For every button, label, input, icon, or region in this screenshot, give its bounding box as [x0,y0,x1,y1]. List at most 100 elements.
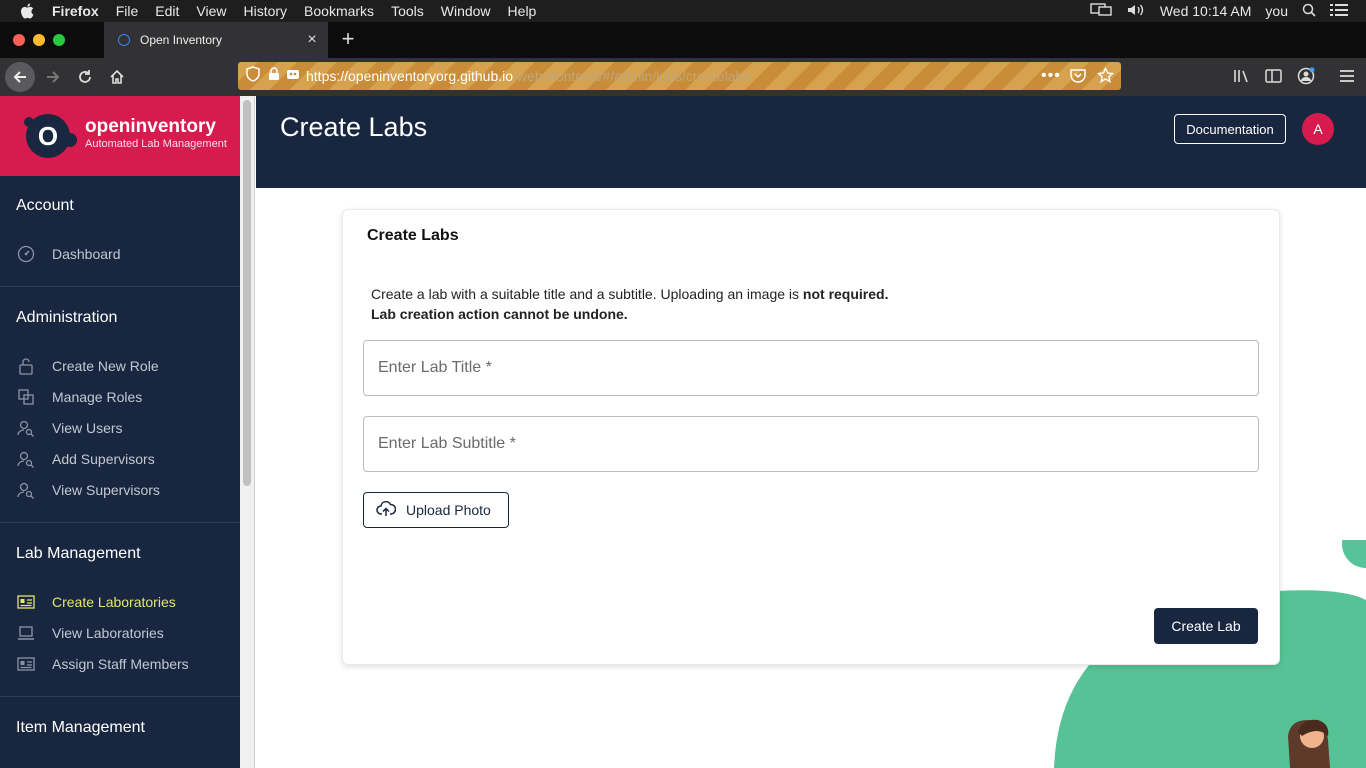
sidebar-item-view-users[interactable]: View Users [0,414,240,442]
page-actions-icon[interactable]: ••• [1041,67,1061,85]
sidebar-item-create-laboratories[interactable]: Create Laboratories [0,588,240,616]
section-administration: Administration [16,309,118,326]
sidebar-item-label: Assign Staff Members [52,656,189,672]
brand-header[interactable]: O openinventory Automated Lab Management [0,96,240,176]
section-item-management: Item Management [16,719,145,736]
sidebar-divider [0,522,240,523]
macos-menubar: Firefox File Edit View History Bookmarks… [0,0,1366,22]
sidebar-scrollbar-thumb[interactable] [243,100,251,486]
tracking-shield-icon[interactable] [246,65,260,87]
window-minimize-button[interactable] [33,34,45,46]
card-description: Create a lab with a suitable title and a… [371,284,888,324]
sidebar-item-label: View Laboratories [52,625,164,641]
description-bold-not-required: not required. [802,286,889,302]
lab-title-input[interactable] [363,340,1259,396]
create-lab-button[interactable]: Create Lab [1154,608,1258,644]
sidebar-item-label: Dashboard [52,246,121,262]
lab-subtitle-input[interactable] [363,416,1259,472]
section-lab-management: Lab Management [16,545,141,562]
menu-view[interactable]: View [196,3,226,19]
menu-app-firefox[interactable]: Firefox [52,3,99,19]
window-zoom-button[interactable] [53,34,65,46]
menubar-user[interactable]: you [1265,3,1288,19]
menu-edit[interactable]: Edit [155,3,179,19]
volume-icon[interactable] [1126,3,1146,20]
display-mirror-icon[interactable] [1090,2,1112,20]
menu-help[interactable]: Help [508,3,537,19]
id-card-icon [17,593,35,611]
gauge-icon [17,245,35,263]
deco-small-circle [1342,540,1366,568]
avatar[interactable]: A [1302,113,1334,145]
menu-history[interactable]: History [243,3,287,19]
pocket-icon[interactable] [1070,68,1086,88]
menu-bookmarks[interactable]: Bookmarks [304,3,374,19]
roles-icon [17,388,35,406]
cloud-upload-icon [376,500,397,520]
sidebar-item-add-supervisors[interactable]: Add Supervisors [0,445,240,473]
page-title: Create Labs [280,112,428,142]
home-icon[interactable] [102,62,132,92]
sidebar-item-label: Create New Role [52,358,159,374]
brand-tagline: Automated Lab Management [85,138,227,150]
menu-file[interactable]: File [116,3,139,19]
create-labs-card: Create Labs Create a lab with a suitable… [342,209,1280,665]
sidebar-item-view-laboratories[interactable]: View Laboratories [0,619,240,647]
menu-window[interactable]: Window [441,3,491,19]
sidebar-item-label: View Supervisors [52,482,160,498]
url-path: /web-frontend/#/admin/labs/createlabs [513,68,751,84]
sidebar-item-view-supervisors[interactable]: View Supervisors [0,476,240,504]
sidebar-item-label: View Users [52,420,123,436]
spotlight-search-icon[interactable] [1302,3,1316,20]
menubar-clock[interactable]: Wed 10:14 AM [1160,3,1252,19]
lock-icon [17,357,35,375]
tab-favicon-icon [118,34,130,46]
sidebar-item-create-new-role[interactable]: Create New Role [0,352,240,380]
hamburger-menu-icon[interactable] [1339,68,1355,89]
reload-icon[interactable] [70,62,100,92]
forward-arrow-icon[interactable] [38,62,68,92]
browser-tabstrip: Open Inventory × + [0,22,1366,58]
user-search-icon [17,450,35,468]
tab-title: Open Inventory [140,33,223,47]
back-arrow-icon[interactable] [5,62,35,92]
sidebar-item-label: Manage Roles [52,389,143,405]
url-bar[interactable]: https://openinventoryorg.github.io /web-… [238,62,1121,90]
brand-name: openinventory [85,116,216,137]
menu-tools[interactable]: Tools [391,3,424,19]
new-tab-icon[interactable]: + [338,28,358,50]
documentation-button[interactable]: Documentation [1174,114,1286,144]
user-search-icon [17,481,35,499]
person-illustration [1288,719,1330,768]
notification-center-icon[interactable] [1330,3,1348,20]
sidebar-toggle-icon[interactable] [1265,68,1283,89]
page-header: Create Labs Documentation A [256,96,1366,188]
upload-photo-button[interactable]: Upload Photo [363,492,509,528]
sidebar: O openinventory Automated Lab Management… [0,96,240,768]
sidebar-item-manage-roles[interactable]: Manage Roles [0,383,240,411]
id-card-icon [17,655,35,673]
logo-letter: O [38,121,58,151]
upload-photo-label: Upload Photo [406,502,491,518]
browser-navbar: https://openinventoryorg.github.io /web-… [0,58,1366,96]
apple-icon[interactable] [20,3,36,19]
bookmark-star-icon[interactable] [1096,66,1115,89]
sidebar-divider [0,696,240,697]
description-text: Create a lab with a suitable title and a… [371,286,803,302]
library-icon[interactable] [1233,68,1251,89]
user-search-icon [17,419,35,437]
lock-icon[interactable] [268,66,280,86]
browser-tab-active[interactable]: Open Inventory × [104,22,328,58]
sidebar-divider [0,286,240,287]
sidebar-item-assign-staff-members[interactable]: Assign Staff Members [0,650,240,678]
window-close-button[interactable] [13,34,25,46]
account-icon[interactable] [1297,67,1315,90]
tab-close-icon[interactable]: × [304,32,320,48]
laptop-icon [17,624,35,642]
description-warning: Lab creation action cannot be undone. [371,306,628,322]
robot-remote-icon[interactable] [286,67,300,86]
sidebar-item-dashboard[interactable]: Dashboard [0,240,240,268]
sidebar-item-label: Create Laboratories [52,594,176,610]
url-domain: https://openinventoryorg.github.io [306,68,514,84]
openinventory-logo: O [18,110,80,167]
